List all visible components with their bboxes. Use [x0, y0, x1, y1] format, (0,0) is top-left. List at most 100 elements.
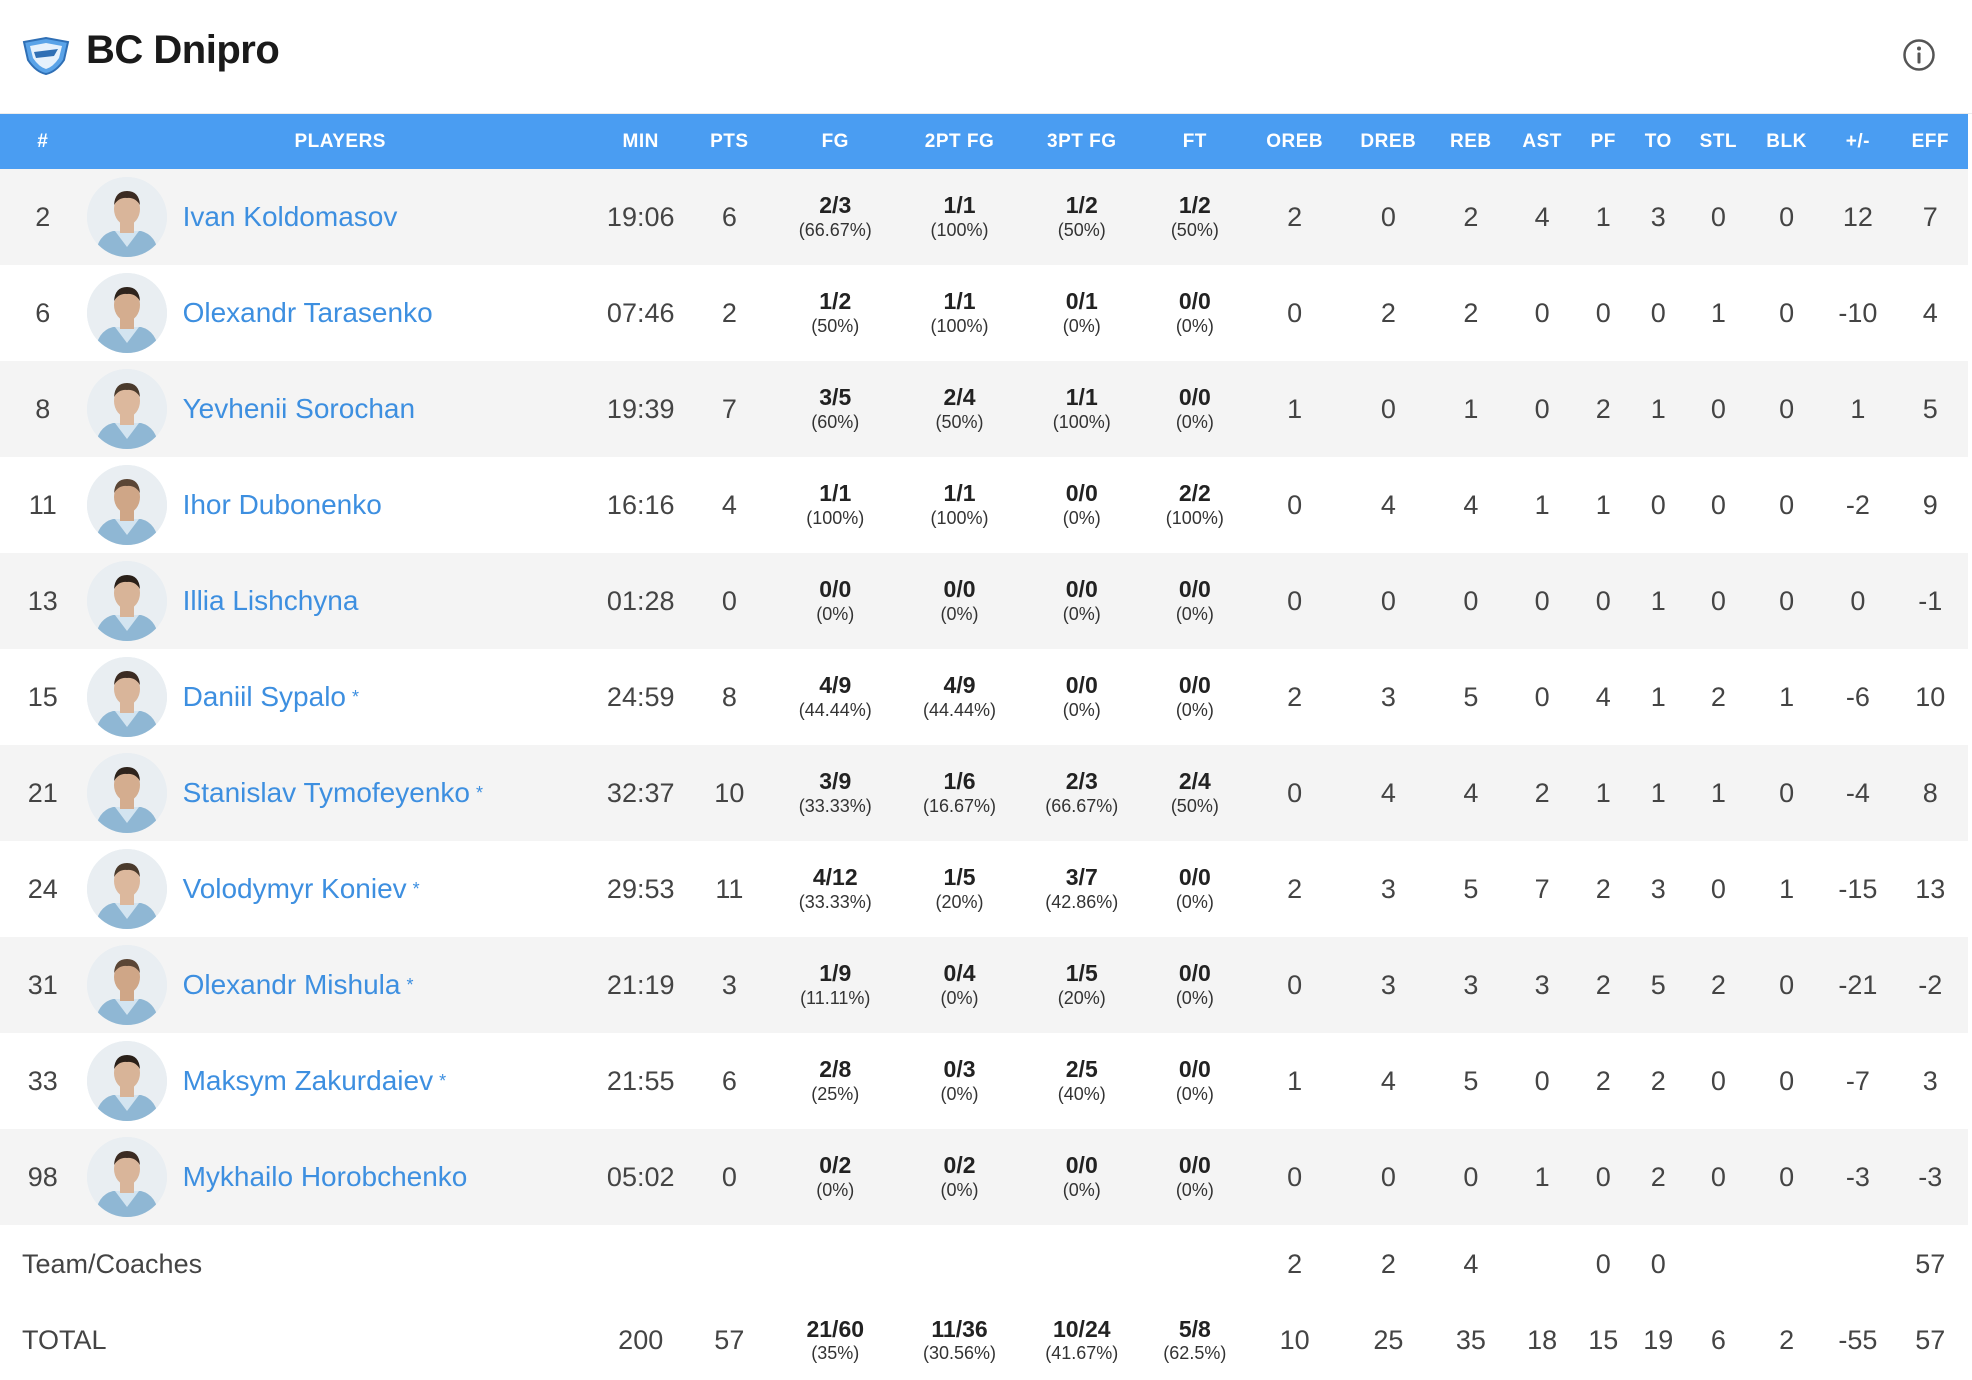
- column-header[interactable]: AST: [1508, 114, 1577, 169]
- minutes: 19:06: [606, 201, 675, 232]
- stat-reb: 2: [1463, 201, 1479, 232]
- player-row: 33 Maksym Zakurdaiev * 21:55 6 2/8 (25%) 0/3 (0%…: [0, 1033, 1968, 1129]
- field-goals-percentage: (50%): [811, 315, 860, 336]
- stat-dreb: 3: [1380, 681, 1396, 712]
- starter-marker: *: [406, 974, 414, 995]
- player-number: 21: [27, 777, 58, 808]
- free-throws: 2/2 (100%): [1143, 457, 1247, 553]
- stat-eff: -2: [1918, 969, 1943, 1000]
- column-header[interactable]: EFF: [1893, 114, 1968, 169]
- three-point-fg-made-attempted: 0/0: [1065, 480, 1098, 507]
- stat-dreb: 4: [1380, 489, 1396, 520]
- column-header[interactable]: FT: [1143, 114, 1247, 169]
- column-header[interactable]: OREB: [1247, 114, 1343, 169]
- column-header[interactable]: 2PT FG: [898, 114, 1020, 169]
- two-point-fg: 1/1 (100%): [898, 169, 1020, 265]
- total-row: TOTAL 200 57 21/60 (35%) 11/36 (30.56%) 10/24 (4…: [0, 1303, 1968, 1378]
- column-header[interactable]: PLAYERS: [86, 114, 595, 169]
- player-name-link[interactable]: Olexandr Tarasenko: [183, 297, 433, 329]
- player-name-link[interactable]: Stanislav Tymofeyenko: [183, 777, 470, 809]
- player-name-link[interactable]: Illia Lishchyna: [183, 585, 359, 617]
- stat-pf: 0: [1595, 1161, 1611, 1192]
- three-point-fg-made-attempted: 0/0: [1065, 672, 1098, 699]
- stat-dreb: 2: [1380, 297, 1396, 328]
- field-goals: 1/1 (100%): [772, 457, 898, 553]
- column-header[interactable]: PTS: [687, 114, 773, 169]
- column-header[interactable]: 3PT FG: [1021, 114, 1143, 169]
- stat-eff: 57: [1915, 1325, 1946, 1355]
- field-goals-made-attempted: 3/5: [819, 384, 852, 411]
- stat-ast: 0: [1534, 681, 1550, 712]
- free-throws: 2/4 (50%): [1143, 745, 1247, 841]
- two-point-fg: 4/9 (44.44%): [898, 649, 1020, 745]
- three-point-fg: 1/5 (20%): [1021, 937, 1143, 1033]
- player-number: 33: [27, 1065, 58, 1096]
- column-header[interactable]: MIN: [595, 114, 687, 169]
- free-throws-made-attempted: 5/8: [1178, 1315, 1211, 1342]
- stat-blk: 0: [1779, 393, 1795, 424]
- stat-ast: 0: [1534, 1065, 1550, 1096]
- minutes: 07:46: [606, 297, 675, 328]
- player-name-link[interactable]: Yevhenii Sorochan: [183, 393, 415, 425]
- info-circle-icon[interactable]: [1902, 38, 1936, 72]
- player-row: 6 Olexandr Tarasenko 07:46 2 1/2 (50%) 1/1 (100…: [0, 265, 1968, 361]
- free-throws-percentage: (0%): [1175, 411, 1214, 432]
- column-header[interactable]: STL: [1687, 114, 1750, 169]
- minutes: 200: [618, 1325, 664, 1355]
- two-point-fg-percentage: (100%): [930, 507, 989, 528]
- player-name-link[interactable]: Mykhailo Horobchenko: [183, 1161, 468, 1193]
- field-goals: 0/2 (0%): [772, 1129, 898, 1225]
- player-number: 2: [35, 201, 51, 232]
- stat-stl: [1687, 1225, 1750, 1303]
- stat-oreb: 0: [1287, 1161, 1303, 1192]
- two-point-fg-percentage: (0%): [940, 987, 979, 1008]
- player-name-link[interactable]: Daniil Sypalo: [183, 681, 346, 713]
- player-cell: Olexandr Mishula *: [86, 937, 595, 1033]
- free-throws: 0/0 (0%): [1143, 361, 1247, 457]
- player-number: 24: [27, 873, 58, 904]
- stat-ast: 1: [1534, 1161, 1550, 1192]
- column-header[interactable]: +/-: [1823, 114, 1892, 169]
- stat-stl: 0: [1710, 1065, 1726, 1096]
- player-number: 98: [27, 1161, 58, 1192]
- player-avatar: [86, 657, 167, 737]
- stat-blk: 1: [1779, 873, 1795, 904]
- column-header[interactable]: PF: [1577, 114, 1630, 169]
- three-point-fg: 10/24 (41.67%): [1021, 1303, 1143, 1378]
- player-name-link[interactable]: Ihor Dubonenko: [183, 489, 382, 521]
- field-goals-made-attempted: 2/3: [819, 192, 852, 219]
- field-goals-percentage: (66.67%): [798, 219, 872, 240]
- column-header[interactable]: #: [0, 114, 86, 169]
- player-name-link[interactable]: Volodymyr Koniev: [183, 873, 407, 905]
- player-name-link[interactable]: Olexandr Mishula: [183, 969, 401, 1001]
- team-header: BC Dnipro: [0, 0, 1972, 114]
- stat-oreb: 1: [1287, 1065, 1303, 1096]
- points: 11: [715, 873, 744, 904]
- free-throws: 0/0 (0%): [1143, 841, 1247, 937]
- points: 4: [721, 489, 737, 520]
- field-goals-percentage: (100%): [806, 507, 865, 528]
- free-throws-percentage: (0%): [1175, 891, 1214, 912]
- three-point-fg-percentage: (50%): [1057, 219, 1106, 240]
- column-header[interactable]: TO: [1630, 114, 1687, 169]
- three-point-fg: 0/1 (0%): [1021, 265, 1143, 361]
- stat-pf: 0: [1595, 585, 1611, 616]
- column-header[interactable]: REB: [1434, 114, 1507, 169]
- column-header[interactable]: DREB: [1343, 114, 1435, 169]
- player-name-link[interactable]: Ivan Koldomasov: [183, 201, 398, 233]
- field-goals-made-attempted: 1/1: [819, 480, 852, 507]
- three-point-fg-made-attempted: 10/24: [1052, 1315, 1111, 1342]
- two-point-fg-made-attempted: 1/1: [943, 192, 976, 219]
- column-header[interactable]: FG: [772, 114, 898, 169]
- two-point-fg-made-attempted: 0/4: [943, 960, 976, 987]
- field-goals: 3/5 (60%): [772, 361, 898, 457]
- free-throws-percentage: (0%): [1175, 315, 1214, 336]
- player-name-link[interactable]: Maksym Zakurdaiev: [183, 1065, 434, 1097]
- column-header[interactable]: BLK: [1750, 114, 1823, 169]
- two-point-fg: 0/2 (0%): [898, 1129, 1020, 1225]
- team-coaches-row: Team/Coaches 2 2 4 0 0 57: [0, 1225, 1968, 1303]
- stat-dreb: 25: [1373, 1325, 1404, 1355]
- three-point-fg-percentage: (100%): [1052, 411, 1111, 432]
- stat-to: 2: [1650, 1065, 1666, 1096]
- stat-ast: 1: [1534, 489, 1550, 520]
